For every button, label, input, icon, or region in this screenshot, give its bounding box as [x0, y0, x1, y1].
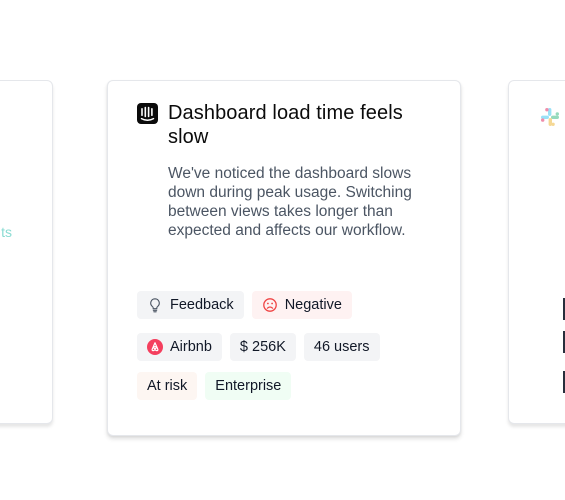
revenue-label: $ 256K — [239, 339, 286, 355]
sentiment-label: Negative — [284, 297, 342, 313]
next-feedback-card[interactable] — [508, 80, 565, 424]
previous-card-text-fragment: ts — [1, 224, 12, 240]
plan-tag[interactable]: Enterprise — [205, 372, 292, 400]
status-tag[interactable]: At risk — [137, 372, 198, 400]
feedback-title: Dashboard load time feels slow — [168, 102, 403, 148]
airbnb-icon — [147, 339, 163, 355]
company-tag[interactable]: Airbnb — [137, 333, 222, 361]
intercom-icon — [137, 103, 158, 124]
slack-icon — [540, 107, 560, 127]
tag-row-type: Feedback Negative — [137, 291, 352, 319]
feedback-description: We've noticed the dashboard slows down d… — [168, 165, 412, 239]
plan-label: Enterprise — [215, 378, 282, 394]
carousel-stage: ts Dashboard load time feels slow We've … — [0, 0, 565, 500]
previous-feedback-card[interactable]: ts — [0, 80, 53, 424]
card-header: Dashboard load time feels slow — [137, 101, 437, 149]
users-tag[interactable]: 46 users — [303, 333, 380, 361]
company-label: Airbnb — [170, 339, 212, 355]
tag-row-status: At risk Enterprise — [137, 372, 292, 400]
tag-row-company: Airbnb $ 256K 46 users — [137, 333, 380, 361]
status-label: At risk — [147, 378, 188, 394]
revenue-tag[interactable]: $ 256K — [229, 333, 296, 361]
sentiment-tag[interactable]: Negative — [251, 291, 352, 319]
lightbulb-icon — [147, 297, 163, 313]
feedback-card[interactable]: Dashboard load time feels slow We've not… — [107, 80, 461, 436]
frown-icon — [262, 297, 278, 313]
feedback-type-tag[interactable]: Feedback — [137, 291, 244, 319]
feedback-type-label: Feedback — [170, 297, 234, 313]
users-label: 46 users — [313, 339, 370, 355]
